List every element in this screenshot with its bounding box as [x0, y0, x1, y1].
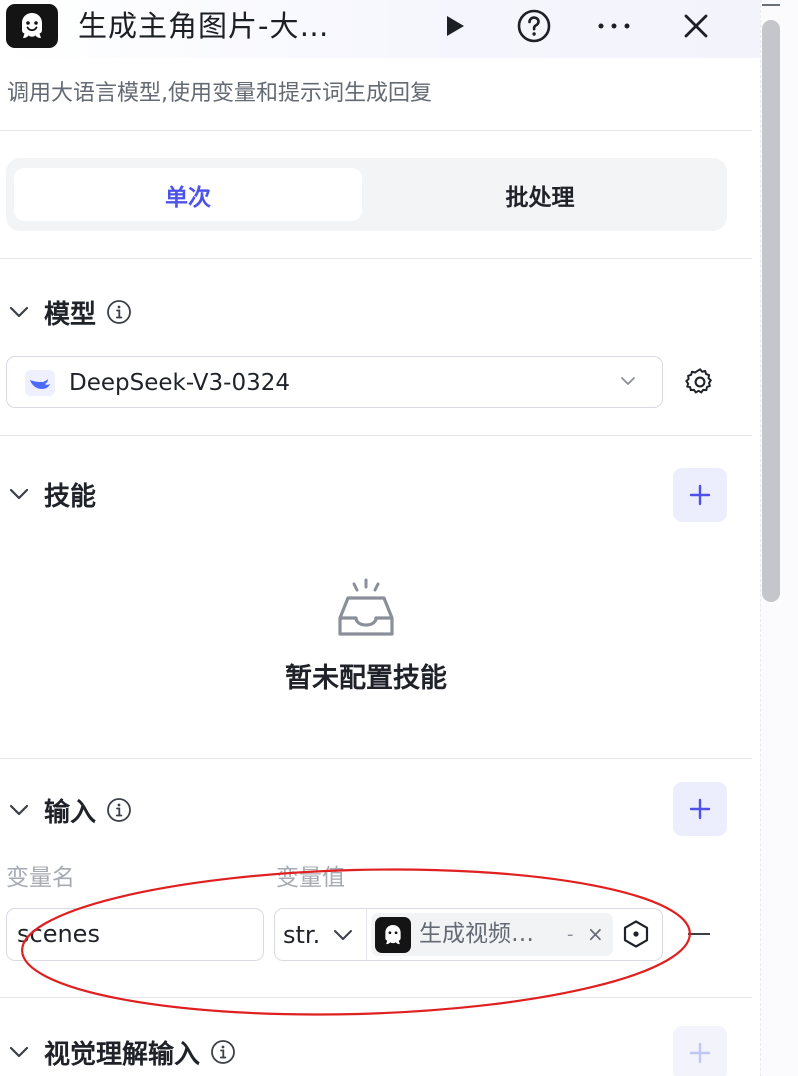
divider	[0, 997, 752, 998]
divider	[0, 258, 752, 259]
add-skill-button[interactable]	[673, 468, 727, 522]
column-label-var-value: 变量值	[276, 865, 345, 891]
play-icon	[447, 16, 464, 36]
empty-inbox-icon	[334, 576, 398, 642]
chevron-down-icon	[621, 377, 635, 385]
scrollbar-thumb[interactable]	[762, 20, 780, 602]
node-avatar-icon	[6, 4, 58, 48]
remove-reference-button[interactable]: ×	[587, 913, 604, 956]
plus-icon	[689, 484, 711, 506]
model-settings-button[interactable]	[684, 366, 716, 402]
node-title[interactable]: 生成主角图片-大…	[78, 4, 329, 48]
model-select[interactable]: DeepSeek-V3-0324	[6, 356, 663, 408]
more-button[interactable]	[592, 4, 636, 48]
chevron-down-icon	[9, 1046, 29, 1058]
divider	[0, 130, 752, 131]
deepseek-whale-icon	[25, 370, 55, 396]
node-description: 调用大语言模型,使用变量和提示词生成回复	[7, 81, 432, 106]
node-avatar-icon	[375, 917, 411, 953]
help-button[interactable]	[512, 4, 556, 48]
chevron-down-icon	[334, 929, 353, 940]
skills-section-header[interactable]: 技能	[8, 474, 96, 514]
var-name-input[interactable]: scenes	[6, 908, 264, 961]
help-circle-icon	[517, 9, 551, 43]
var-reference-tag[interactable]: 生成视频… - ×	[371, 913, 613, 956]
variable-picker-icon[interactable]	[621, 919, 651, 949]
remove-input-button[interactable]	[688, 933, 710, 935]
more-icon	[598, 23, 630, 29]
skills-empty-text: 暂未配置技能	[285, 663, 447, 694]
plus-icon	[689, 798, 711, 820]
plus-icon	[689, 1042, 711, 1064]
reference-node-name: 生成视频…	[419, 921, 534, 947]
add-input-button[interactable]	[673, 782, 727, 836]
input-section-header[interactable]: 输入	[8, 790, 132, 830]
input-section-title: 输入	[44, 797, 97, 828]
tab-single[interactable]: 单次	[14, 168, 362, 221]
skills-section-title: 技能	[44, 481, 97, 512]
info-icon[interactable]	[210, 1039, 236, 1065]
divider	[0, 758, 752, 759]
var-type-label: str.	[283, 920, 321, 949]
close-button[interactable]	[674, 4, 718, 48]
model-section-header[interactable]: 模型	[8, 292, 132, 332]
var-value-field[interactable]: str. 生成视频… - ×	[274, 908, 663, 961]
divider	[0, 435, 752, 436]
close-icon	[684, 14, 708, 38]
model-section-title: 模型	[44, 299, 97, 330]
vision-section-header[interactable]: 视觉理解输入	[8, 1032, 236, 1072]
chevron-down-icon	[9, 306, 29, 318]
run-mode-tabs: 单次 批处理	[6, 158, 727, 231]
chevron-down-icon	[9, 488, 29, 500]
tab-batch[interactable]: 批处理	[362, 168, 718, 221]
column-label-var-name: 变量名	[6, 865, 75, 891]
var-type-select[interactable]: str.	[275, 909, 367, 960]
add-vision-input-button[interactable]	[673, 1026, 727, 1076]
reference-separator: -	[567, 924, 574, 945]
info-icon[interactable]	[106, 797, 132, 823]
info-icon[interactable]	[106, 299, 132, 325]
vision-section-title: 视觉理解输入	[44, 1039, 201, 1070]
selected-model-name: DeepSeek-V3-0324	[69, 370, 290, 396]
panel-header: 生成主角图片-大…	[0, 0, 760, 58]
run-button[interactable]	[436, 4, 474, 48]
chevron-down-icon	[9, 804, 29, 816]
gear-icon	[685, 368, 712, 394]
scroll-up-arrow[interactable]	[762, 0, 780, 6]
llm-node-panel: 生成主角图片-大… 调用大语言模型,使用变量和提示词生成回复 单次 批处理 模型…	[0, 0, 760, 1076]
